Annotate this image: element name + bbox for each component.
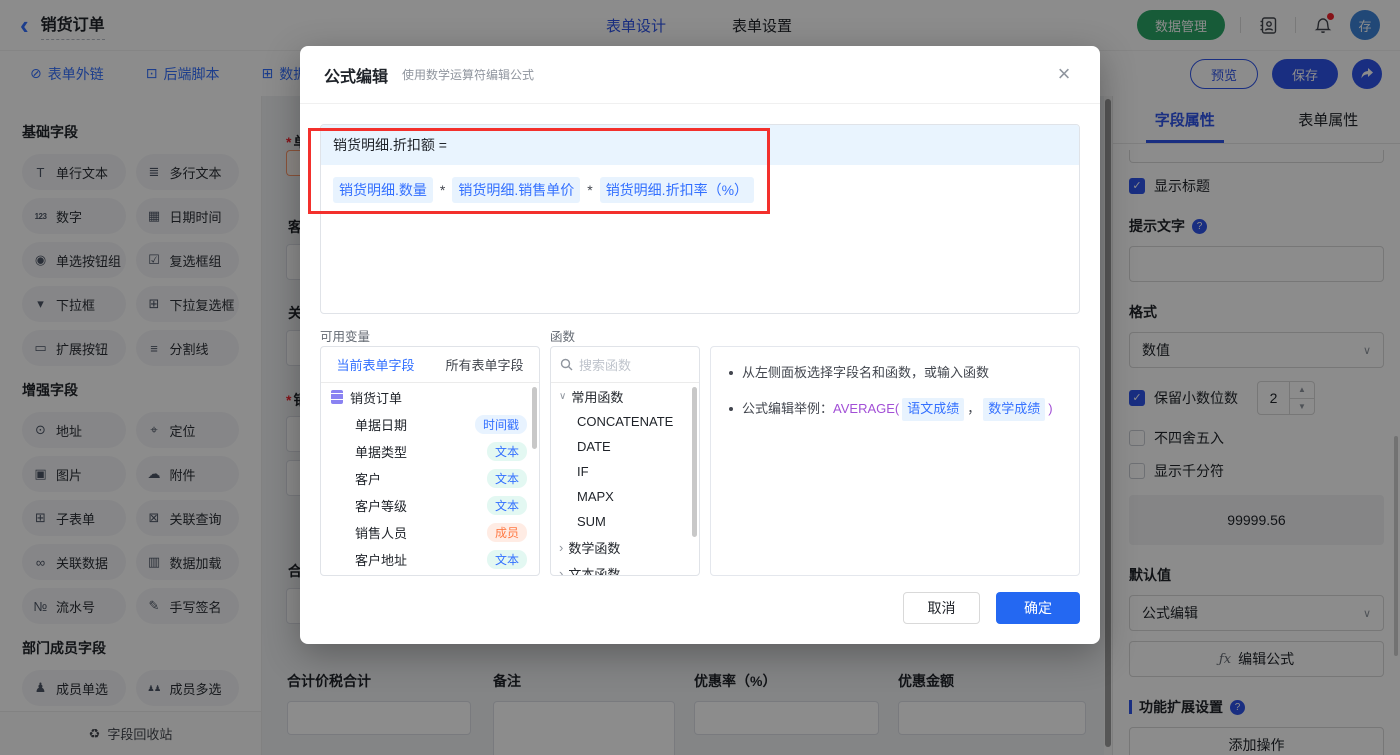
help-line-2: 公式编辑举例：AVERAGE(语文成绩，数学成绩) — [729, 398, 1061, 421]
example-close-paren: ) — [1048, 399, 1052, 420]
example-function-name: AVERAGE( — [833, 399, 899, 420]
search-icon — [560, 358, 573, 371]
bullet-icon — [729, 407, 733, 411]
cancel-button[interactable]: 取消 — [903, 592, 980, 624]
variable-field-row[interactable]: 客户等级 文本 — [321, 492, 539, 519]
variable-field-label: 销售人员 — [355, 523, 407, 542]
example-field-chip: 数学成绩 — [983, 398, 1045, 421]
formula-expression: 销货明细.数量 * 销货明细.销售单价 * 销货明细.折扣率（%） — [321, 165, 1079, 215]
function-item[interactable]: MAPX — [551, 484, 699, 509]
function-group-label: 数学函数 — [568, 538, 620, 557]
formula-help-box: 从左侧面板选择字段名和函数，或输入函数 公式编辑举例：AVERAGE(语文成绩，… — [710, 346, 1080, 576]
variables-scrollbar-thumb[interactable] — [532, 387, 537, 449]
function-group-collapsed[interactable]: 文本函数 — [551, 560, 699, 576]
example-field-chip: 语文成绩 — [902, 398, 964, 421]
variable-field-row[interactable]: 销售人员 成员 — [321, 519, 539, 546]
function-search-input[interactable]: 搜索函数 — [551, 347, 699, 383]
modal-subtitle: 使用数学运算符编辑公式 — [402, 66, 534, 83]
field-type-badge: 时间戳 — [475, 415, 527, 434]
field-type-badge: 文本 — [487, 469, 527, 488]
variable-field-label: 客户等级 — [355, 496, 407, 515]
formula-token[interactable]: * — [587, 182, 592, 198]
function-collapsed-groups: 数学函数 文本函数 — [551, 534, 699, 576]
field-type-badge: 成员 — [487, 523, 527, 542]
functions-panel: 搜索函数 常用函数 CONCATENATE DATE IF MAPX SUM — [550, 346, 700, 576]
formula-target: 销货明细.折扣额 = — [321, 125, 1079, 165]
function-item[interactable]: CONCATENATE — [551, 409, 699, 434]
field-type-badge: 文本 — [487, 442, 527, 461]
function-item[interactable]: DATE — [551, 434, 699, 459]
caret-right-icon — [559, 566, 563, 577]
function-group-common[interactable]: 常用函数 — [551, 383, 699, 409]
search-placeholder: 搜索函数 — [579, 355, 631, 374]
variables-tree: 单据日期 时间戳 单据类型 文本 客户 文本 客户等级 — [321, 411, 539, 573]
function-item[interactable]: IF — [551, 459, 699, 484]
function-group-label: 文本函数 — [568, 564, 620, 577]
formula-token[interactable]: 销货明细.销售单价 — [452, 177, 580, 203]
close-icon[interactable] — [1050, 60, 1078, 88]
document-icon — [331, 390, 343, 404]
variable-field-row[interactable]: 客户地址 文本 — [321, 546, 539, 573]
variables-root-label: 销货订单 — [350, 388, 402, 407]
formula-token[interactable]: * — [440, 182, 445, 198]
variable-field-row[interactable]: 单据类型 文本 — [321, 438, 539, 465]
formula-editor[interactable]: 销货明细.折扣额 = 销货明细.数量 * 销货明细.销售单价 * 销货明细.折扣… — [320, 124, 1080, 314]
variables-tabs: 当前表单字段 所有表单字段 — [321, 347, 539, 383]
variables-section-label: 可用变量 — [320, 326, 370, 345]
caret-down-icon — [559, 391, 566, 402]
variable-field-label: 单据类型 — [355, 442, 407, 461]
tab-all-form-fields[interactable]: 所有表单字段 — [430, 347, 539, 382]
formula-edit-modal: 公式编辑 使用数学运算符编辑公式 销货明细.折扣额 = 销货明细.数量 * 销货… — [300, 46, 1100, 644]
function-list: CONCATENATE DATE IF MAPX SUM — [551, 409, 699, 534]
modal-header: 公式编辑 使用数学运算符编辑公式 — [300, 46, 1100, 104]
field-type-badge: 文本 — [487, 550, 527, 569]
app-root: ‹ 销货订单 表单设计 表单设置 数据管理 — [0, 0, 1400, 755]
function-group-label: 常用函数 — [571, 387, 623, 406]
formula-token[interactable]: 销货明细.折扣率（%） — [600, 177, 754, 203]
variable-field-label: 单据日期 — [355, 415, 407, 434]
tab-current-form-fields[interactable]: 当前表单字段 — [321, 347, 430, 382]
field-type-badge: 文本 — [487, 496, 527, 515]
modal-title: 公式编辑 — [324, 63, 388, 87]
confirm-button[interactable]: 确定 — [996, 592, 1080, 624]
function-item[interactable]: SUM — [551, 509, 699, 534]
bullet-icon — [729, 371, 733, 375]
variable-field-row[interactable]: 客户 文本 — [321, 465, 539, 492]
variable-field-label: 客户地址 — [355, 550, 407, 569]
caret-right-icon — [559, 540, 563, 555]
variables-tree-root[interactable]: 销货订单 — [321, 383, 539, 411]
variables-panel: 当前表单字段 所有表单字段 销货订单 单据日期 时间戳 单据类型 文本 — [320, 346, 540, 576]
formula-token[interactable]: 销货明细.数量 — [333, 177, 433, 203]
variable-field-label: 客户 — [355, 469, 381, 488]
functions-section-label: 函数 — [550, 326, 575, 345]
help-line-1: 从左侧面板选择字段名和函数，或输入函数 — [729, 363, 1061, 384]
functions-scrollbar-thumb[interactable] — [692, 387, 697, 537]
function-group-collapsed[interactable]: 数学函数 — [551, 534, 699, 560]
variable-field-row[interactable]: 单据日期 时间戳 — [321, 411, 539, 438]
